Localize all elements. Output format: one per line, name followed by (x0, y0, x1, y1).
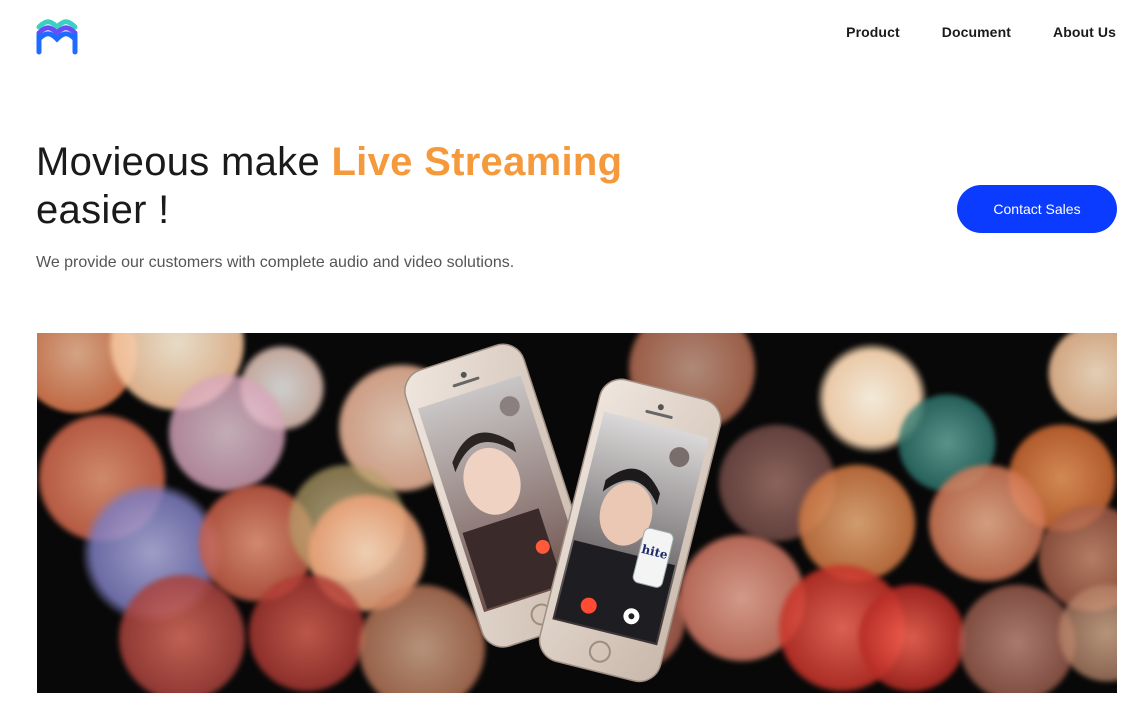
hero-subtitle: We provide our customers with complete a… (36, 254, 515, 271)
nav-document-link[interactable]: Document (942, 24, 1011, 40)
hero-title: Movieous make Live Streaming easier ! (36, 138, 736, 234)
hero-title-accent: Live Streaming (331, 140, 623, 184)
movieous-logo[interactable] (36, 18, 78, 56)
top-nav: Product Document About Us (846, 24, 1116, 40)
contact-sales-button[interactable]: Contact Sales (957, 185, 1117, 233)
hero-title-suffix: easier ! (36, 188, 170, 232)
logo-mark-icon (36, 19, 78, 55)
hero-banner-image: hite (37, 333, 1117, 693)
hero-title-prefix: Movieous make (36, 140, 332, 184)
nav-product-link[interactable]: Product (846, 24, 900, 40)
landing-page: Product Document About Us Movieous make … (0, 0, 1146, 727)
phones-illustration: hite (404, 343, 722, 683)
nav-about-us-link[interactable]: About Us (1053, 24, 1116, 40)
